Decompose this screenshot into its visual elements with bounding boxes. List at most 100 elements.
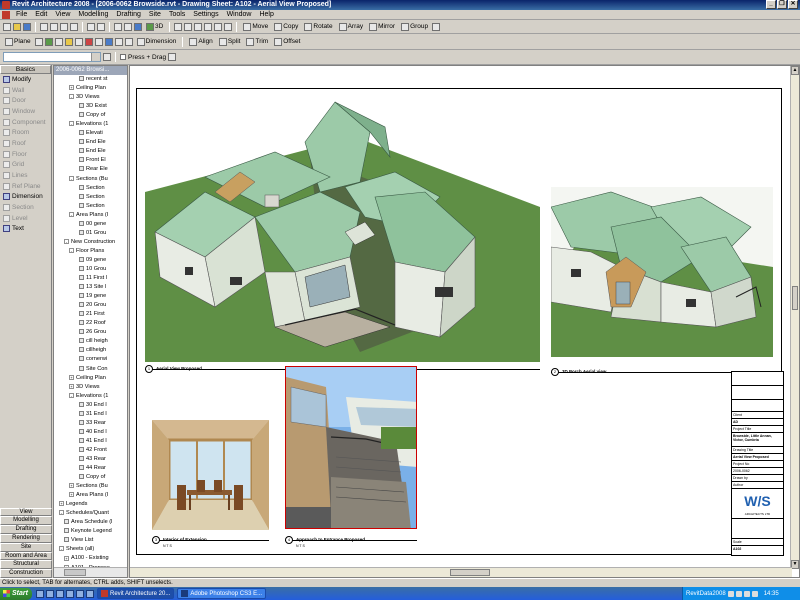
group-button[interactable]: Group [399,22,430,32]
design-bar-tab-basics[interactable]: Basics [0,65,51,74]
menu-help[interactable]: Help [255,11,277,18]
demolish-icon[interactable] [84,37,93,46]
design-bar-room[interactable]: Room [0,127,51,138]
room-tool-icon[interactable] [214,22,223,31]
design-bar-component[interactable]: Component [0,117,51,128]
menu-site[interactable]: Site [145,11,165,18]
browser-item[interactable]: 26 Grou [54,328,127,337]
drawing-hscroll-thumb[interactable] [450,569,490,576]
browser-item[interactable]: 01 Grou [54,229,127,238]
expand-icon[interactable]: + [69,374,74,380]
browser-item[interactable]: + Area Plans (I [54,491,127,500]
print-icon[interactable] [40,22,48,31]
quicklaunch-icon-2[interactable] [46,589,54,598]
menu-view[interactable]: View [51,11,74,18]
tray-icon-1[interactable] [727,590,734,597]
browser-item[interactable]: - Sections (Bu [54,175,127,184]
save-icon[interactable] [23,22,31,31]
design-tab-view[interactable]: View [0,507,52,517]
design-tab-structural[interactable]: Structural [0,560,52,570]
browser-item[interactable]: + Ceiling Plan [54,374,127,383]
expand-icon[interactable]: + [69,85,74,91]
cut-icon[interactable] [50,22,58,31]
browser-item[interactable]: 41 End I [54,437,127,446]
browser-item[interactable]: 00 gene [54,220,127,229]
browser-item[interactable]: - New Construction [54,238,127,247]
design-bar-level[interactable]: Level [0,213,51,224]
type-selector[interactable] [3,52,101,62]
design-bar-door[interactable]: Door [0,95,51,106]
browser-item[interactable]: Section [54,193,127,202]
browser-item[interactable]: Front El [54,156,127,165]
collapse-icon[interactable]: - [69,392,74,398]
revit-app-icon[interactable] [2,1,10,9]
browser-item[interactable]: Site Con [54,365,127,374]
browser-item[interactable]: 20 Grou [54,301,127,310]
check-icon[interactable] [44,37,53,46]
undo-icon[interactable] [87,22,95,31]
pan-icon[interactable] [124,22,132,31]
scroll-up-icon[interactable]: ▲ [791,66,799,75]
quicklaunch-icon-4[interactable] [66,589,74,598]
drawing-horizontal-scrollbar[interactable] [130,567,792,577]
viewport-porch-aerial[interactable] [551,187,773,357]
browser-item[interactable]: - Area Plans (I [54,211,127,220]
open-icon[interactable] [13,22,21,31]
browser-item[interactable]: Area Schedule (l [54,518,127,527]
quicklaunch-icon-1[interactable] [36,589,44,598]
design-bar-section[interactable]: Section [0,202,51,213]
tray-icon-2[interactable] [735,590,742,597]
menu-drafting[interactable]: Drafting [112,11,145,18]
browser-horizontal-scrollbar[interactable] [54,567,127,577]
design-bar-lines[interactable]: Lines [0,170,51,181]
browser-item[interactable]: - Elevations (1 [54,120,127,129]
split-face-icon[interactable] [74,37,83,46]
browser-item[interactable]: +3D Views [54,383,127,392]
view-3d-button[interactable]: 3D [144,22,165,32]
browser-scroll-thumb[interactable] [64,569,86,576]
quicklaunch-icon-5[interactable] [76,589,84,598]
browser-item[interactable]: + Ceiling Plan [54,84,127,93]
browser-item[interactable]: cornerwi [54,355,127,364]
browser-item[interactable]: 3D Exist [54,102,127,111]
browser-item[interactable]: 11 First l [54,274,127,283]
browser-item[interactable]: Copy of [54,111,127,120]
browser-item[interactable]: - Elevations (1 [54,392,127,401]
start-button[interactable]: Start [0,587,32,600]
design-bar-grid[interactable]: Grid [0,160,51,171]
browser-item[interactable]: 43 Rear [54,455,127,464]
viewport-aerial-view[interactable] [145,97,540,362]
array-button[interactable]: Array [337,22,366,32]
filter-icon[interactable] [168,53,177,61]
browser-item[interactable]: 30 End I [54,401,127,410]
design-tab-room-and-area[interactable]: Room and Area [0,551,52,561]
door-tool-icon[interactable] [184,22,193,31]
browser-item[interactable]: End Ele [54,138,127,147]
browser-item[interactable]: Keynote Legend [54,527,127,536]
browser-item[interactable]: Section [54,184,127,193]
design-bar-dimension[interactable]: Dimension [0,192,51,203]
split-button[interactable]: Split [217,37,243,47]
browser-item[interactable]: - Schedules/Quant [54,509,127,518]
design-bar-wall[interactable]: Wall [0,85,51,96]
level-tool-icon[interactable] [224,22,233,31]
browser-item[interactable]: 09 gene [54,256,127,265]
collapse-icon[interactable]: - [69,175,74,181]
tray-icon-4[interactable] [751,590,758,597]
browser-item[interactable]: 44 Rear [54,464,127,473]
collapse-icon[interactable]: - [69,247,74,253]
help-icon[interactable] [432,22,441,31]
linework-icon[interactable] [94,37,103,46]
wall-tool-icon[interactable] [174,22,183,31]
dimension-button[interactable]: Dimension [135,37,179,47]
plane-button[interactable]: Plane [3,37,33,47]
press-drag-checkbox[interactable] [120,54,126,60]
browser-item[interactable]: recent st [54,75,127,84]
document-icon[interactable] [2,10,10,19]
expand-icon[interactable]: + [64,555,69,561]
move-button[interactable]: Move [241,22,270,32]
drawing-vscroll-thumb[interactable] [792,286,798,310]
taskbar-revit[interactable]: Revit Architecture 20... [97,588,175,599]
browser-item[interactable]: 19 gene [54,292,127,301]
taskbar-photoshop[interactable]: Adobe Photoshop CS3 E... [177,588,267,599]
